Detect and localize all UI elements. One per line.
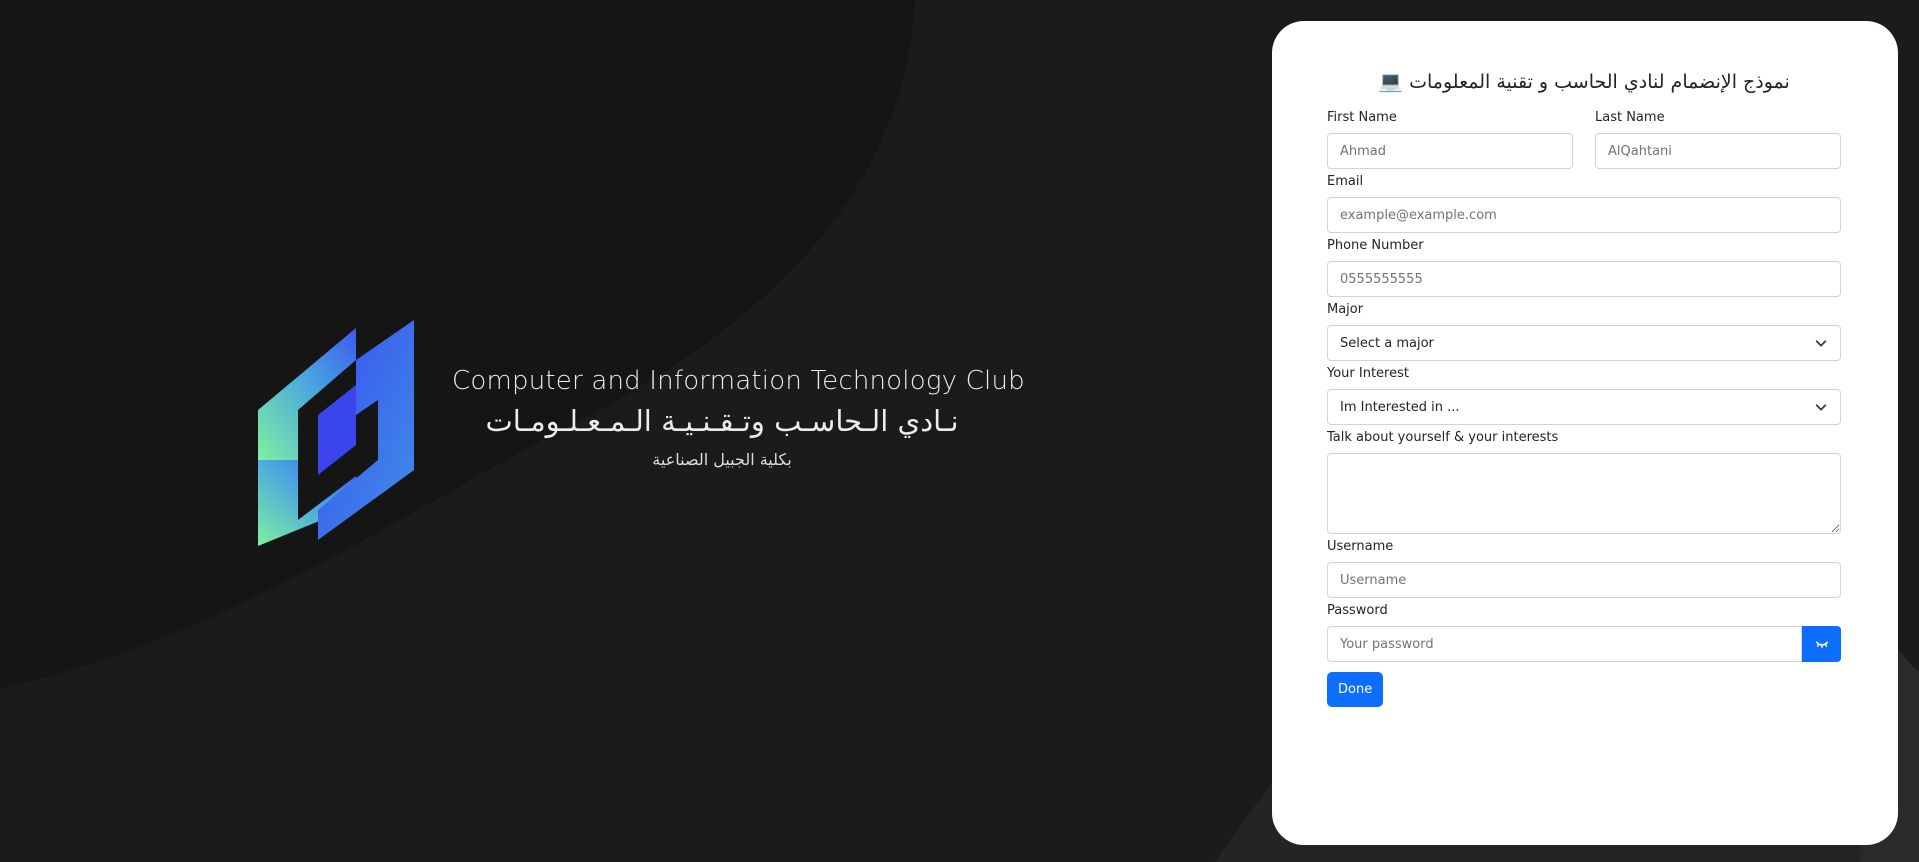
password-label: Password bbox=[1327, 603, 1388, 618]
password-group: Password bbox=[1327, 602, 1841, 662]
interest-select[interactable]: Im Interested in ... bbox=[1327, 389, 1841, 425]
last-name-label: Last Name bbox=[1595, 110, 1665, 125]
first-name-label: First Name bbox=[1327, 110, 1397, 125]
major-label: Major bbox=[1327, 302, 1364, 317]
brand-subtitle: بكلية الجبيل الصناعية bbox=[652, 450, 792, 469]
form-title: نموذج الإنضمام لنادي الحاسب و تقنية المع… bbox=[1327, 61, 1841, 101]
chevron-down-icon bbox=[1815, 404, 1827, 411]
about-label: Talk about yourself & your interests bbox=[1327, 430, 1559, 445]
brand-title-en: Computer and Information Technology Club bbox=[452, 366, 1025, 396]
laptop-icon: 💻 bbox=[1378, 69, 1404, 93]
about-textarea[interactable] bbox=[1327, 453, 1841, 534]
toggle-password-button[interactable] bbox=[1802, 626, 1841, 662]
password-input[interactable] bbox=[1327, 626, 1802, 662]
phone-input[interactable] bbox=[1327, 261, 1841, 297]
phone-group: Phone Number bbox=[1327, 237, 1841, 297]
form-title-text: نموذج الإنضمام لنادي الحاسب و تقنية المع… bbox=[1409, 71, 1790, 93]
first-name-input[interactable] bbox=[1327, 133, 1573, 169]
password-input-group bbox=[1327, 626, 1841, 662]
username-label: Username bbox=[1327, 539, 1394, 554]
last-name-input[interactable] bbox=[1595, 133, 1841, 169]
email-group: Email bbox=[1327, 173, 1841, 233]
registration-card: نموذج الإنضمام لنادي الحاسب و تقنية المع… bbox=[1272, 21, 1898, 845]
done-button[interactable]: Done bbox=[1327, 672, 1384, 707]
registration-form: نموذج الإنضمام لنادي الحاسب و تقنية المع… bbox=[1327, 61, 1841, 707]
club-logo-icon bbox=[258, 320, 414, 546]
first-name-group: First Name bbox=[1327, 105, 1573, 169]
email-input[interactable] bbox=[1327, 197, 1841, 233]
last-name-group: Last Name bbox=[1595, 105, 1841, 169]
interest-group: Your Interest Im Interested in ... bbox=[1327, 365, 1841, 425]
major-group: Major Select a major bbox=[1327, 301, 1841, 361]
interest-select-value: Im Interested in ... bbox=[1340, 399, 1460, 415]
interest-label: Your Interest bbox=[1327, 366, 1409, 381]
name-row: First Name Last Name bbox=[1327, 101, 1841, 169]
phone-label: Phone Number bbox=[1327, 238, 1424, 253]
eye-closed-icon bbox=[1815, 641, 1828, 649]
about-group: Talk about yourself & your interests bbox=[1327, 429, 1841, 534]
chevron-down-icon bbox=[1815, 340, 1827, 347]
username-group: Username bbox=[1327, 538, 1841, 598]
email-label: Email bbox=[1327, 174, 1364, 189]
brand-text: Computer and Information Technology Club… bbox=[452, 366, 1025, 469]
club-branding: Computer and Information Technology Club… bbox=[258, 320, 1025, 550]
brand-title-ar: نـادي الـحاسـب وتـقـنـيـة الـمـعـلـومـات bbox=[485, 404, 959, 438]
username-input[interactable] bbox=[1327, 562, 1841, 598]
major-select-value: Select a major bbox=[1340, 335, 1434, 351]
major-select[interactable]: Select a major bbox=[1327, 325, 1841, 361]
